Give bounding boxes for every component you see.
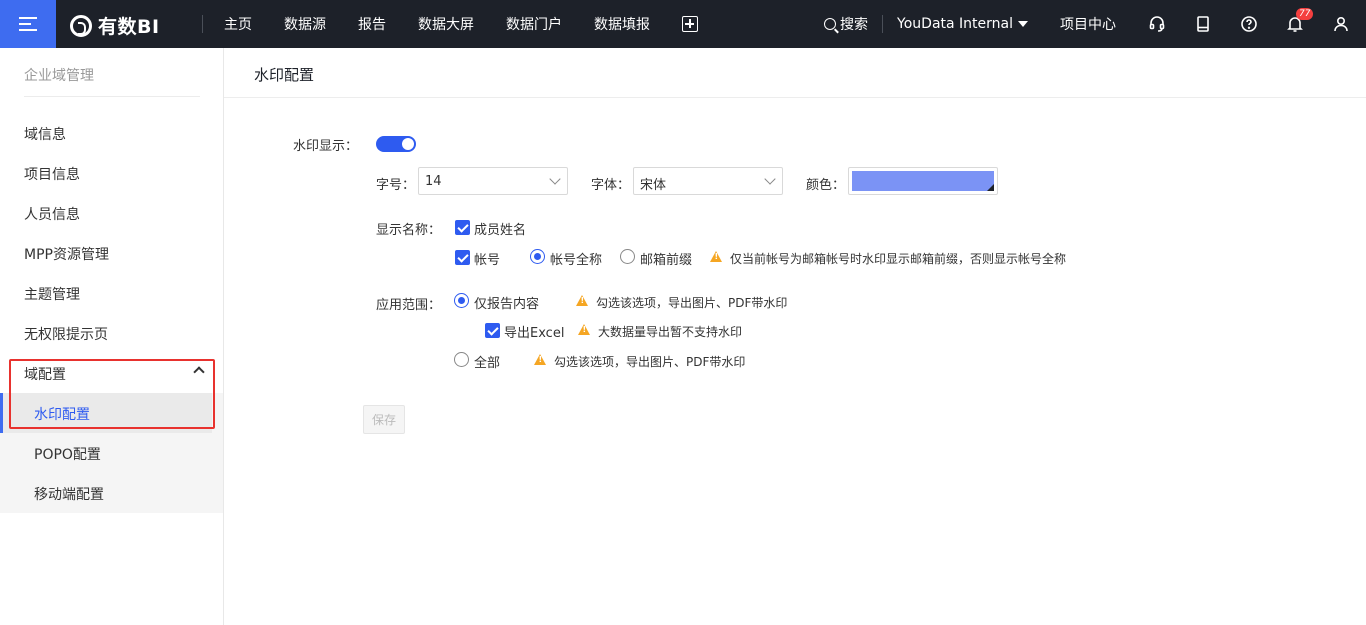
color-swatch <box>852 171 994 191</box>
sidebar-item-watermark[interactable]: 水印配置 <box>34 404 90 424</box>
font-size-label: 字号： <box>376 178 416 193</box>
scope-report-hint: 勾选该选项，导出图片、PDF带水印 <box>596 296 788 310</box>
scope-report-radio[interactable] <box>454 293 469 308</box>
sidebar-group-domain-config[interactable]: 域配置 <box>24 364 66 384</box>
font-family-value: 宋体 <box>640 178 667 193</box>
divider <box>882 15 884 33</box>
chevron-down-icon <box>549 173 561 185</box>
search-icon <box>824 18 837 30</box>
bell-icon[interactable]: 77 <box>1284 8 1314 35</box>
top-bar: 有数BI 主页 数据源 报告 数据大屏 数据门户 数据填报 搜索 YouData… <box>0 0 1366 48</box>
menu-button[interactable] <box>0 0 56 48</box>
nav-portal[interactable]: 数据门户 <box>506 14 562 34</box>
hamburger-icon <box>19 17 37 31</box>
sidebar-item-project-info[interactable]: 项目信息 <box>24 164 80 184</box>
warning-icon <box>710 251 722 262</box>
headset-icon[interactable] <box>1146 13 1168 35</box>
main-nav: 主页 数据源 报告 数据大屏 数据门户 数据填报 <box>224 0 698 48</box>
font-family-select[interactable]: 宋体 <box>633 167 783 195</box>
divider <box>224 97 1366 98</box>
scope-report-text: 仅报告内容 <box>474 297 540 312</box>
logo-text: 有数BI <box>98 16 160 38</box>
scope-all-text: 全部 <box>474 356 501 371</box>
sidebar-active-indicator <box>0 393 3 433</box>
help-icon[interactable] <box>1238 13 1260 35</box>
sidebar-item-domain-info[interactable]: 域信息 <box>24 124 66 144</box>
font-family-label: 字体： <box>591 178 631 193</box>
account-checkbox[interactable] <box>455 250 470 265</box>
nav-report[interactable]: 报告 <box>358 14 386 34</box>
account-hint: 仅当前帐号为邮箱帐号时水印显示邮箱前缀，否则显示帐号全称 <box>730 252 1067 266</box>
nav-home[interactable]: 主页 <box>224 14 252 34</box>
logo-icon <box>70 14 92 37</box>
font-size-select[interactable]: 14 <box>418 167 568 195</box>
email-prefix-radio[interactable] <box>620 249 635 264</box>
caret-down-icon <box>1018 21 1028 27</box>
right-nav: 搜索 YouData Internal 项目中心 77 <box>824 0 1366 48</box>
page-title: 水印配置 <box>254 66 315 84</box>
warning-icon <box>576 295 588 306</box>
divider <box>202 15 203 33</box>
member-name-checkbox[interactable] <box>455 220 470 235</box>
sidebar-title: 企业域管理 <box>24 68 94 84</box>
scope-all-hint: 勾选该选项，导出图片、PDF带水印 <box>554 355 746 369</box>
warning-icon <box>578 324 590 335</box>
scope-all-radio[interactable] <box>454 352 469 367</box>
account-full-text: 帐号全称 <box>550 253 603 268</box>
chevron-down-icon <box>764 173 776 185</box>
member-name-text: 成员姓名 <box>474 223 527 238</box>
sidebar-item-mobile[interactable]: 移动端配置 <box>34 484 104 504</box>
warning-icon <box>534 354 546 365</box>
watermark-display-label: 水印显示： <box>293 139 359 154</box>
export-excel-hint: 大数据量导出暂不支持水印 <box>598 325 743 339</box>
divider <box>24 96 200 97</box>
sidebar-item-theme[interactable]: 主题管理 <box>24 284 80 304</box>
sidebar-item-member-info[interactable]: 人员信息 <box>24 204 80 224</box>
nav-dashboard[interactable]: 数据大屏 <box>418 14 474 34</box>
watermark-toggle[interactable] <box>376 136 416 152</box>
account-text: 帐号 <box>474 253 501 268</box>
search-button[interactable]: 搜索 <box>824 14 868 34</box>
search-label: 搜索 <box>840 17 869 33</box>
sidebar-item-popo[interactable]: POPO配置 <box>34 444 101 464</box>
save-button[interactable]: 保存 <box>363 405 405 434</box>
nav-data-entry[interactable]: 数据填报 <box>594 14 650 34</box>
nav-datasource[interactable]: 数据源 <box>284 14 326 34</box>
display-name-label: 显示名称： <box>376 223 442 238</box>
export-excel-text: 导出Excel <box>504 326 565 341</box>
sidebar-item-mpp[interactable]: MPP资源管理 <box>24 244 109 264</box>
notification-badge: 77 <box>1296 8 1314 20</box>
email-prefix-text: 邮箱前缀 <box>640 253 693 268</box>
add-icon[interactable] <box>682 16 698 32</box>
sidebar-item-no-permission[interactable]: 无权限提示页 <box>24 324 108 344</box>
font-size-value: 14 <box>425 174 442 189</box>
scope-label: 应用范围： <box>376 298 442 313</box>
logo[interactable]: 有数BI <box>70 12 160 39</box>
export-excel-checkbox[interactable] <box>485 323 500 338</box>
color-picker[interactable] <box>848 167 998 195</box>
color-label: 颜色： <box>806 178 846 193</box>
sidebar: 企业域管理 域信息 项目信息 人员信息 MPP资源管理 主题管理 无权限提示页 … <box>0 48 224 625</box>
project-center-link[interactable]: 项目中心 <box>1060 14 1116 34</box>
account-full-radio[interactable] <box>530 249 545 264</box>
chevron-up-icon[interactable] <box>193 366 205 378</box>
workspace-label: YouData Internal <box>897 16 1013 32</box>
workspace-selector[interactable]: YouData Internal <box>897 16 1028 32</box>
sidebar-active-highlight <box>0 393 212 433</box>
book-icon[interactable] <box>1192 13 1214 35</box>
user-icon[interactable] <box>1330 13 1352 35</box>
